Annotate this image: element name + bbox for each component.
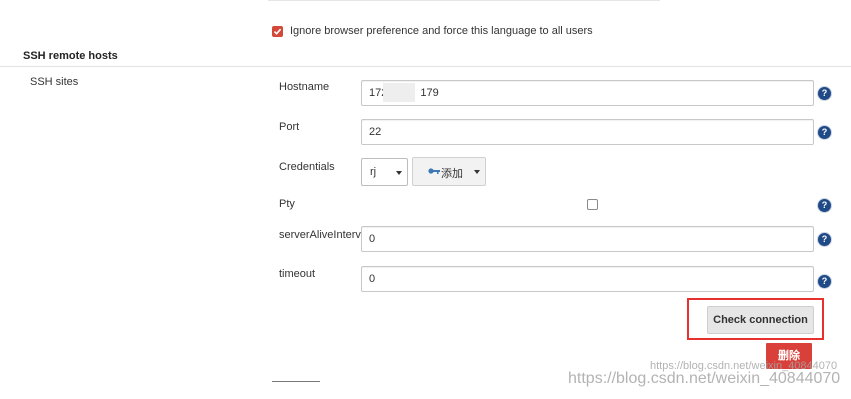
delete-button[interactable]: 删除 <box>766 343 812 369</box>
help-icon[interactable]: ? <box>818 126 831 139</box>
timeout-label: timeout <box>279 268 316 280</box>
credentials-select[interactable]: rj <box>361 158 408 186</box>
check-connection-button[interactable]: Check connection <box>707 306 814 334</box>
section-title-ssh-remote-hosts: SSH remote hosts <box>23 50 118 62</box>
credentials-label: Credentials <box>279 161 335 173</box>
section-divider <box>0 66 851 67</box>
check-icon <box>273 28 282 35</box>
ignore-browser-checkbox[interactable] <box>272 26 283 37</box>
ignore-browser-label: Ignore browser preference and force this… <box>290 25 593 37</box>
add-button-label: 添加 <box>441 168 463 180</box>
server-alive-interval-label: serverAliveInterval <box>279 229 370 241</box>
help-icon[interactable]: ? <box>818 233 831 246</box>
hostname-label: Hostname <box>279 81 330 93</box>
hostname-input[interactable]: 172. 179 <box>361 80 814 106</box>
help-icon[interactable]: ? <box>818 275 831 288</box>
ssh-sites-label: SSH sites <box>30 76 79 88</box>
port-label: Port <box>279 121 300 133</box>
port-input[interactable]: 22 <box>361 119 814 145</box>
chevron-down-icon <box>474 170 480 174</box>
watermark-large: https://blog.csdn.net/weixin_40844070 <box>568 370 841 387</box>
redacted-mask <box>383 83 415 102</box>
pty-label: Pty <box>279 198 295 210</box>
hostname-value-end: 179 <box>420 87 439 99</box>
chevron-down-icon <box>396 171 402 175</box>
key-icon <box>428 168 440 174</box>
pty-checkbox[interactable] <box>587 199 598 210</box>
top-divider <box>268 0 660 1</box>
bottom-divider <box>272 381 320 382</box>
timeout-input[interactable]: 0 <box>361 266 814 292</box>
server-alive-interval-input[interactable]: 0 <box>361 226 814 252</box>
help-icon[interactable]: ? <box>818 199 831 212</box>
credentials-value: rj <box>370 166 377 178</box>
help-icon[interactable]: ? <box>818 87 831 100</box>
add-credentials-button[interactable]: 添加 <box>412 157 486 186</box>
